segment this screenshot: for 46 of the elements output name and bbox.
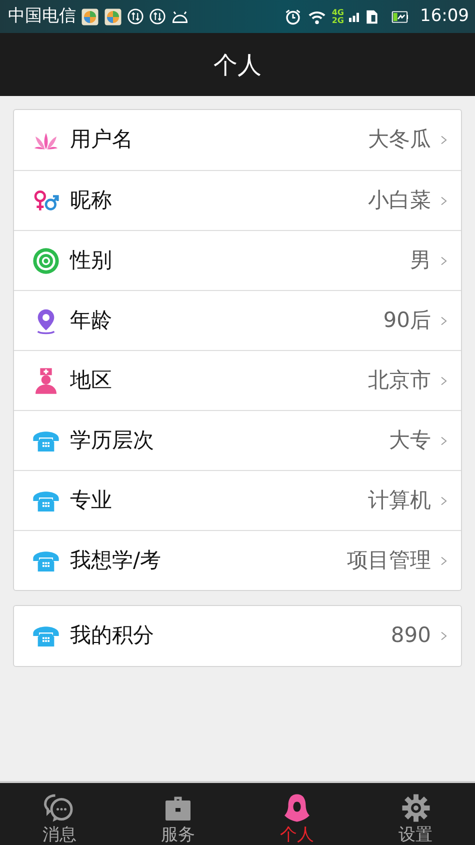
list-row[interactable]: 性别 男 [14,230,461,290]
row-value: 890 [390,622,431,650]
row-label: 昵称 [70,186,112,214]
page-title: 个人 [214,50,262,80]
row-value: 北京市 [368,366,431,394]
row-label: 地区 [70,366,112,394]
row-label: 专业 [70,486,112,514]
list-row[interactable]: 地区 北京市 [14,350,461,410]
tab-item[interactable]: 设置 [356,783,475,845]
row-label: 我想学/考 [70,546,162,574]
list-row[interactable]: 用户名 大冬瓜 [14,110,461,170]
carrier-name: 中国电信 [8,4,76,28]
app-notification-icon [81,8,99,26]
alarm-clock-icon [284,8,302,26]
row-label: 性别 [70,246,112,274]
list-row[interactable]: 昵称 小白菜 [14,170,461,230]
tab-item[interactable]: 个人 [238,783,356,845]
target-icon [32,246,60,274]
row-value: 大专 [389,426,431,454]
network-type: 4G [332,8,344,16]
sim-card-icon [364,8,380,26]
row-label: 年龄 [70,306,112,334]
row-value: 计算机 [368,486,431,514]
tab-item[interactable]: 消息 [0,783,119,845]
row-label: 用户名 [70,126,133,154]
row-label: 学历层次 [70,426,154,454]
network-type: 2G [332,16,344,24]
row-value: 大冬瓜 [368,126,431,154]
list-row[interactable]: 我想学/考 项目管理 [14,530,461,590]
row-value: 90后 [383,306,431,334]
row-value: 男 [410,246,431,274]
row-value: 项目管理 [347,546,431,574]
app-notification-icon [104,8,122,26]
data-transfer-icon [149,8,166,25]
chat-bubbles-icon [44,792,74,823]
clock-time: 16:09 [420,4,469,28]
tab-item[interactable]: 服务 [118,783,238,845]
list-row[interactable]: 我的积分 890 [14,606,461,666]
row-label: 我的积分 [70,622,154,650]
list-row[interactable]: 专业 计算机 [14,470,461,530]
list-row[interactable]: 年龄 90后 [14,290,461,350]
data-transfer-icon [127,8,144,25]
list-row[interactable]: 学历层次 大专 [14,410,461,470]
settings-icon [400,792,431,823]
row-value: 小白菜 [368,186,431,214]
person-silhouette-icon [282,792,312,823]
